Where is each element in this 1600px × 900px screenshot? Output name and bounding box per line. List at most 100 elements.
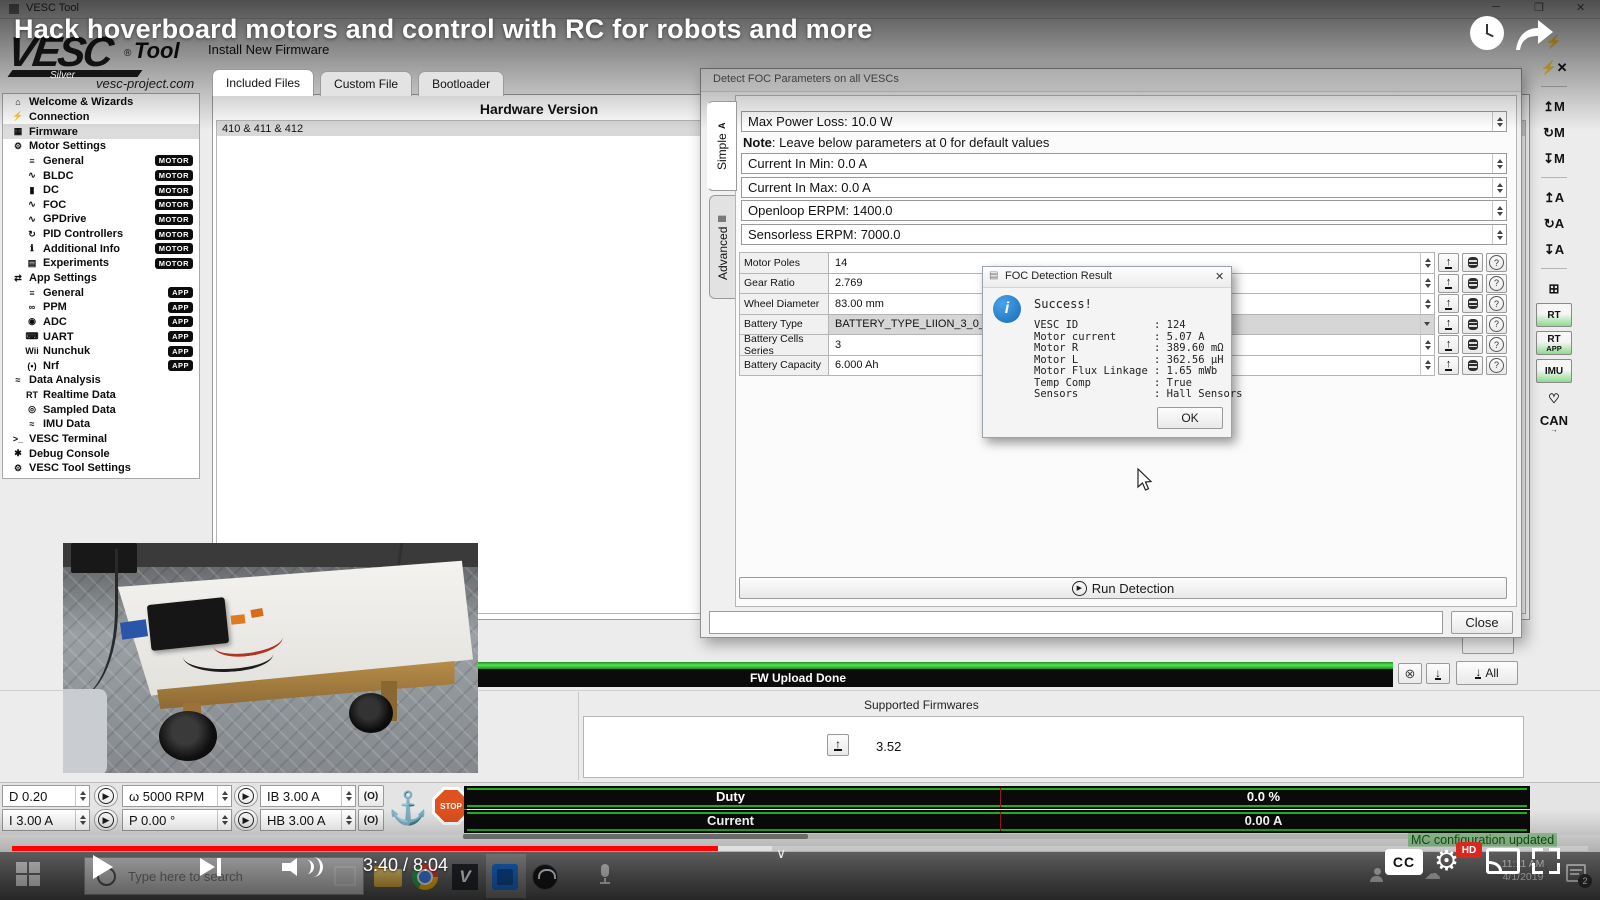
upload-firmware-button[interactable] <box>1462 636 1514 654</box>
rpm-setpoint-spinbox[interactable]: ω 5000 RPM <box>122 785 232 807</box>
sidebar-item-sampled-data[interactable]: ◎ Sampled Data <box>3 402 199 417</box>
tab-custom-file[interactable]: Custom File <box>320 71 412 96</box>
sidebar-item-pid-controllers[interactable]: ↻ PID Controllers MOTOR <box>3 227 199 242</box>
sidebar-item-ppm[interactable]: ∞ PPM APP <box>3 300 199 315</box>
spinner[interactable] <box>217 810 231 830</box>
write-param-button[interactable]: ↑ <box>1438 294 1459 313</box>
param-help-button[interactable]: ? <box>1486 335 1507 354</box>
sidebar-item-app-general[interactable]: ≡ General APP <box>3 285 199 300</box>
param-help-button[interactable]: ? <box>1486 315 1507 334</box>
sidebar-item-welcome[interactable]: ⌂ Welcome & Wizards <box>3 95 199 110</box>
sidebar-item-bldc[interactable]: ∿ BLDC MOTOR <box>3 168 199 183</box>
spinner[interactable] <box>75 810 89 830</box>
apply-handbrake-button[interactable]: (O) <box>358 809 384 831</box>
spinner[interactable] <box>1492 201 1506 220</box>
spinner[interactable] <box>341 786 355 806</box>
read-motor-config-icon[interactable]: ↧M <box>1537 147 1571 169</box>
sidebar-item-app-settings[interactable]: ⇄ App Settings <box>3 271 199 286</box>
yt-cc-button[interactable]: CC <box>1385 849 1423 875</box>
restore-default-button[interactable] <box>1462 315 1483 334</box>
toolbar-separator[interactable] <box>1541 177 1567 178</box>
yt-progress-played[interactable] <box>12 846 718 851</box>
h-scrollbar-thumb[interactable] <box>463 834 808 839</box>
run-duty-button[interactable]: ▶ <box>94 785 118 807</box>
popup-close-icon[interactable] <box>1215 270 1224 283</box>
run-position-button[interactable]: ▶ <box>234 809 258 831</box>
share-button[interactable] <box>1512 16 1556 54</box>
restore-default-button[interactable] <box>1462 274 1483 293</box>
toolbar-separator[interactable] <box>1541 86 1567 87</box>
minimize-button[interactable] <box>1492 1 1500 13</box>
firmware-version[interactable]: 3.52 <box>876 739 901 754</box>
chevron-down-icon[interactable]: ∨ <box>776 845 786 862</box>
spinner[interactable] <box>1420 335 1434 355</box>
spinner[interactable] <box>217 786 231 806</box>
yt-fullscreen-icon[interactable] <box>1532 848 1560 874</box>
param-help-button[interactable]: ? <box>1486 294 1507 313</box>
read-app-config-icon[interactable]: ↧A <box>1537 238 1571 260</box>
spinner[interactable] <box>75 786 89 806</box>
spinner[interactable] <box>1492 178 1506 197</box>
disconnect-icon[interactable]: ⚡✕ <box>1537 56 1571 78</box>
sidebar-item-vesc-tool-settings[interactable]: ⚙ VESC Tool Settings <box>3 461 199 476</box>
sidebar-item-nunchuk[interactable]: Wii Nunchuk APP <box>3 344 199 359</box>
close-dialog-button[interactable]: Close <box>1451 611 1513 634</box>
sidebar-item-motor-settings[interactable]: ⚙ Motor Settings <box>3 139 199 154</box>
sidebar-item-adc[interactable]: ◉ ADC APP <box>3 315 199 330</box>
write-motor-config-icon[interactable]: ↥M <box>1537 95 1571 117</box>
start-button[interactable] <box>16 862 42 888</box>
ok-button[interactable]: OK <box>1157 407 1223 429</box>
download-firmware-button[interactable]: ↓ <box>1426 663 1450 684</box>
sidebar-item-uart[interactable]: ⌨ UART APP <box>3 329 199 344</box>
sidebar-item-imu-data[interactable]: ≈ IMU Data <box>3 417 199 432</box>
sidebar-item-dc[interactable]: ▮ DC MOTOR <box>3 183 199 198</box>
position-setpoint-spinbox[interactable]: P 0.00 ° <box>122 809 232 831</box>
write-param-button[interactable]: ↑ <box>1438 253 1459 272</box>
task-view-icon[interactable] <box>334 866 356 886</box>
active-app-icon[interactable] <box>492 864 518 890</box>
sidebar-item-foc[interactable]: ∿ FOC MOTOR <box>3 197 199 212</box>
restore-default-button[interactable] <box>1462 294 1483 313</box>
sensorless-erpm-field[interactable]: Sensorless ERPM: 7000.0 <box>741 224 1507 245</box>
notification-center-icon[interactable]: 2 <box>1566 864 1586 882</box>
can-scan-icon[interactable]: ⊞ <box>1537 277 1571 299</box>
download-all-button[interactable]: ↓ All <box>1456 661 1518 685</box>
spinner[interactable] <box>1420 356 1434 376</box>
sidebar-item-debug-console[interactable]: ✱ Debug Console <box>3 446 199 461</box>
param-help-button[interactable]: ? <box>1486 274 1507 293</box>
sidebar-item-vesc-terminal[interactable]: >_ VESC Terminal <box>3 432 199 447</box>
param-help-button[interactable]: ? <box>1486 356 1507 375</box>
cancel-upload-button[interactable]: ⊗ <box>1398 663 1422 684</box>
run-current-button[interactable]: ▶ <box>94 809 118 831</box>
spinner[interactable] <box>1420 253 1434 273</box>
max-power-loss-field[interactable]: Max Power Loss: 10.0 W <box>741 111 1507 132</box>
tab-advanced[interactable]: Advanced ≣ <box>709 195 737 299</box>
video-title[interactable]: Hack hoverboard motors and control with … <box>14 14 872 45</box>
apply-brake-button[interactable]: (O) <box>358 785 384 807</box>
yt-play-button[interactable] <box>93 855 113 879</box>
upload-custom-button[interactable]: ↑ <box>827 734 849 756</box>
restore-default-button[interactable] <box>1462 356 1483 375</box>
write-param-button[interactable]: ↑ <box>1438 356 1459 375</box>
spinner[interactable] <box>1420 274 1434 294</box>
restore-default-button[interactable] <box>1462 253 1483 272</box>
spinner[interactable] <box>1492 112 1506 131</box>
current-in-min-field[interactable]: Current In Min: 0.0 A <box>741 153 1507 174</box>
write-param-button[interactable]: ↑ <box>1438 315 1459 334</box>
reread-motor-config-icon[interactable]: ↻M <box>1537 121 1571 143</box>
donate-heart-icon[interactable]: ♡ <box>1537 387 1571 409</box>
tab-bootloader[interactable]: Bootloader <box>418 71 504 96</box>
duty-setpoint-spinbox[interactable]: D 0.20 <box>2 785 90 807</box>
spinner[interactable] <box>1492 225 1506 244</box>
imu-icon[interactable]: IMU <box>1536 359 1572 383</box>
obs-icon[interactable] <box>532 864 558 890</box>
sidebar-item-nrf[interactable]: (•) Nrf APP <box>3 359 199 374</box>
current-in-max-field[interactable]: Current In Max: 0.0 A <box>741 177 1507 198</box>
watch-later-button[interactable] <box>1470 16 1504 50</box>
spinner[interactable] <box>1420 294 1434 314</box>
write-param-button[interactable]: ↑ <box>1438 335 1459 354</box>
openloop-erpm-field[interactable]: Openloop ERPM: 1400.0 <box>741 200 1507 221</box>
sidebar-item-realtime-data[interactable]: RT Realtime Data <box>3 388 199 403</box>
param-help-button[interactable]: ? <box>1486 253 1507 272</box>
tab-included-files[interactable]: Included Files <box>212 69 314 96</box>
